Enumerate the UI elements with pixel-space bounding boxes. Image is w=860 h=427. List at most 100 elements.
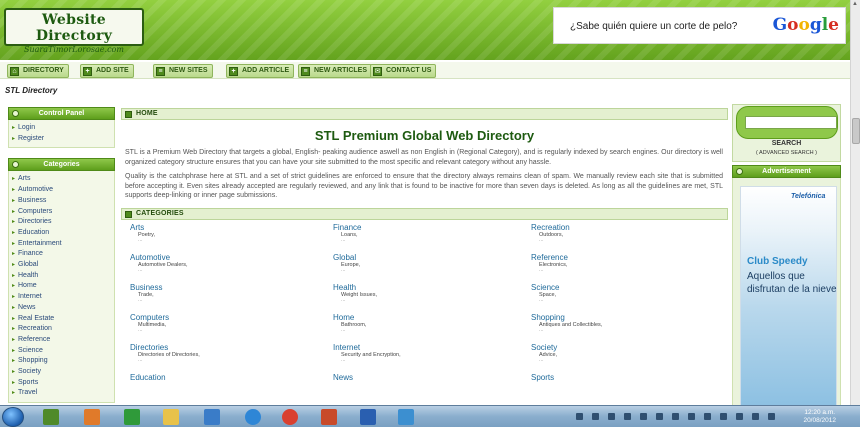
ad-heading: Club Speedy: [747, 256, 808, 267]
excel-icon[interactable]: [43, 409, 59, 425]
top-ad-text[interactable]: ¿Sabe quién quiere un corte de pelo?: [570, 21, 737, 32]
sidebar-category-link[interactable]: Global: [12, 260, 114, 271]
more-ellipsis: ...: [341, 297, 346, 303]
media-player-icon[interactable]: [84, 409, 100, 425]
control-panel-header: Control Panel: [8, 107, 115, 120]
sidebar-category-link[interactable]: Home: [12, 281, 114, 292]
sidebar-category-link[interactable]: Business: [12, 196, 114, 207]
category-item: Global Europe,...: [333, 253, 503, 274]
tray-icon[interactable]: [640, 413, 647, 420]
spreadsheet-icon[interactable]: [124, 409, 140, 425]
category-link[interactable]: Reference: [531, 253, 701, 262]
tray-icon[interactable]: [672, 413, 679, 420]
tray-icon[interactable]: [752, 413, 759, 420]
category-link[interactable]: Shopping: [531, 313, 701, 322]
category-item: Shopping Antiques and Collectibles,...: [531, 313, 701, 334]
category-link[interactable]: Society: [531, 343, 701, 352]
top-google-ad[interactable]: ¿Sabe quién quiere un corte de pelo? Goo…: [553, 7, 846, 44]
network-icon[interactable]: [398, 409, 414, 425]
tray-icon[interactable]: [624, 413, 631, 420]
tray-icon[interactable]: [768, 413, 775, 420]
sidebar-category-link[interactable]: Directories: [12, 217, 114, 228]
tray-icon[interactable]: [608, 413, 615, 420]
category-link[interactable]: Arts: [130, 223, 300, 232]
sidebar-category-link[interactable]: Recreation: [12, 324, 114, 335]
sidebar-category-link[interactable]: Finance: [12, 249, 114, 260]
sidebar-category-link[interactable]: Health: [12, 271, 114, 282]
sidebar-category-link[interactable]: Computers: [12, 207, 114, 218]
bullet-icon: [736, 168, 743, 175]
vertical-scrollbar[interactable]: ▲: [850, 0, 860, 405]
sidebar-category-link[interactable]: Travel: [12, 388, 114, 399]
control-panel-title: Control Panel: [38, 110, 85, 117]
sidebar-category-link[interactable]: Entertainment: [12, 239, 114, 250]
nav-add-site[interactable]: + ADD SITE: [80, 64, 134, 78]
system-clock[interactable]: 12:20 a.m. 20/08/2012: [803, 409, 836, 424]
bullet-icon: [12, 110, 19, 117]
category-link[interactable]: Global: [333, 253, 503, 262]
category-link[interactable]: Recreation: [531, 223, 701, 232]
advanced-search-link[interactable]: ( ADVANCED SEARCH ): [733, 150, 840, 156]
category-item: Society Advice,...: [531, 343, 701, 364]
nav-contact-us[interactable]: ✉ CONTACT US: [370, 64, 437, 78]
tray-icon[interactable]: [576, 413, 583, 420]
side-ad-banner[interactable]: Telefónica Club Speedy Aquellos que disf…: [740, 186, 837, 408]
category-link[interactable]: News: [333, 373, 503, 382]
scroll-thumb[interactable]: [852, 118, 860, 144]
category-link[interactable]: Sports: [531, 373, 701, 382]
search-input[interactable]: [745, 116, 837, 129]
nav-new-articles[interactable]: ≡ NEW ARTICLES: [298, 64, 373, 78]
category-link[interactable]: Home: [333, 313, 503, 322]
category-link[interactable]: Education: [130, 373, 300, 382]
tray-icon[interactable]: [592, 413, 599, 420]
tray-icon[interactable]: [688, 413, 695, 420]
tray-icon[interactable]: [736, 413, 743, 420]
sidebar-category-link[interactable]: Reference: [12, 335, 114, 346]
clock-time: 12:20 a.m.: [804, 409, 836, 416]
sidebar-category-link[interactable]: Shopping: [12, 356, 114, 367]
ad-text: Aquellos que disfrutan de la nieve: [747, 271, 837, 295]
sidebar-category-link[interactable]: Society: [12, 367, 114, 378]
breadcrumb[interactable]: STL Directory: [5, 86, 57, 95]
scroll-up-icon[interactable]: ▲: [852, 1, 858, 7]
category-link[interactable]: Business: [130, 283, 300, 292]
category-item: Reference Electronics,...: [531, 253, 701, 274]
tray-icon[interactable]: [720, 413, 727, 420]
logo-subtitle: SuaraTimorLorosae.com: [24, 45, 124, 54]
advertisement-header: Advertisement: [732, 165, 841, 178]
tray-icon[interactable]: [656, 413, 663, 420]
sidebar-category-link[interactable]: Arts: [12, 174, 114, 185]
sidebar-category-link[interactable]: Real Estate: [12, 314, 114, 325]
sidebar-category-link[interactable]: News: [12, 303, 114, 314]
sidebar-category-link[interactable]: Science: [12, 346, 114, 357]
search-button[interactable]: SEARCH: [733, 140, 840, 147]
word-icon[interactable]: [360, 409, 376, 425]
messenger-icon[interactable]: [204, 409, 220, 425]
categories-header-label: CATEGORIES: [136, 209, 184, 217]
nav-new-sites[interactable]: ≡ NEW SITES: [153, 64, 213, 78]
category-link[interactable]: Directories: [130, 343, 300, 352]
folder-icon[interactable]: [163, 409, 179, 425]
register-link[interactable]: Register: [12, 134, 114, 145]
sidebar-category-link[interactable]: Education: [12, 228, 114, 239]
category-link[interactable]: Automotive: [130, 253, 300, 262]
site-logo[interactable]: Website Directory SuaraTimorLorosae.com: [4, 8, 144, 54]
category-link[interactable]: Health: [333, 283, 503, 292]
intro-paragraph: STL is a Premium Web Directory that targ…: [125, 149, 723, 166]
category-link[interactable]: Computers: [130, 313, 300, 322]
start-button[interactable]: [2, 407, 24, 427]
category-link[interactable]: Finance: [333, 223, 503, 232]
chrome-icon[interactable]: [282, 409, 298, 425]
internet-explorer-icon[interactable]: [245, 409, 261, 425]
presentation-icon[interactable]: [321, 409, 337, 425]
control-panel-body: Login Register: [8, 120, 115, 149]
nav-add-article[interactable]: + ADD ARTICLE: [226, 64, 295, 78]
sidebar-category-link[interactable]: Sports: [12, 378, 114, 389]
nav-directory[interactable]: ⌂ DIRECTORY: [7, 64, 69, 78]
category-link[interactable]: Science: [531, 283, 701, 292]
login-link[interactable]: Login: [12, 123, 114, 134]
tray-icon[interactable]: [704, 413, 711, 420]
category-link[interactable]: Internet: [333, 343, 503, 352]
sidebar-category-link[interactable]: Internet: [12, 292, 114, 303]
sidebar-category-link[interactable]: Automotive: [12, 185, 114, 196]
